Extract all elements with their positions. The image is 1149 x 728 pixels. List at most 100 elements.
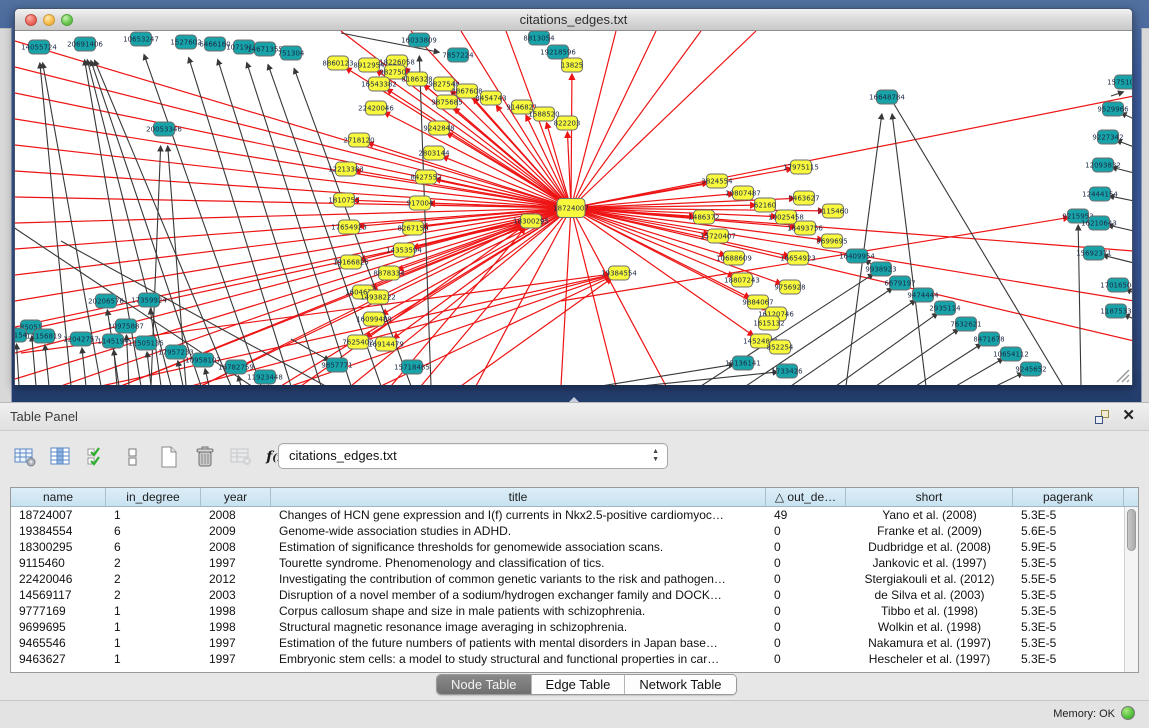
graph-edge[interactable] [147,352,151,385]
graph-edge[interactable] [876,329,959,385]
window-titlebar[interactable]: citations_edges.txt [15,9,1132,31]
column-header-title[interactable]: title [271,488,766,506]
graph-node[interactable]: 9857771 [321,358,352,372]
graph-edge[interactable] [178,361,183,385]
graph-edge[interactable] [996,373,1023,385]
graph-node[interactable]: 2935114 [929,301,961,315]
graph-node[interactable]: 7857224 [442,48,474,62]
graph-edge[interactable] [291,339,329,361]
graph-edge[interactable] [15,119,571,208]
table-row[interactable]: 1456911722003Disruption of a novel membe… [11,587,1124,603]
memory-status-indicator[interactable] [1121,706,1135,720]
graph-edge[interactable] [601,364,734,385]
graph-node[interactable]: 8860123 [322,56,353,70]
graph-edge[interactable] [956,359,1003,385]
graph-edge[interactable] [571,96,1132,208]
graph-edge[interactable] [916,344,981,385]
table-row[interactable]: 911546021997Tourette syndrome. Phenomeno… [11,555,1124,571]
graph-edge[interactable] [571,31,656,208]
tab-network-table[interactable]: Network Table [625,675,735,694]
table-select-dropdown[interactable]: citations_edges.txt ▲▼ [278,443,668,469]
graph-node[interactable]: 15720407 [700,229,736,243]
column-header-pagerank[interactable]: pagerank [1013,488,1124,506]
graph-edge[interactable] [1111,92,1123,96]
graph-node[interactable]: 17975115 [783,160,819,174]
graph-node[interactable]: 8813054 [523,31,555,45]
graph-node[interactable]: 16409954 [839,249,875,263]
graph-node[interactable]: 10653247 [123,32,159,46]
graph-node[interactable]: 2718120 [343,133,374,147]
graph-node[interactable]: 9227342 [1092,130,1123,144]
graph-edge[interactable] [571,74,572,208]
graph-node[interactable]: 9756928 [774,280,805,294]
selection-mode-icon[interactable] [82,443,112,471]
graph-node[interactable]: 9115460 [817,204,848,218]
graph-node[interactable]: 8471678 [973,332,1004,346]
graph-edge[interactable] [82,348,86,385]
graph-edge[interactable] [218,60,321,385]
graph-node[interactable]: 16654923 [780,251,816,265]
table-row[interactable]: 1938455462009Genome-wide association stu… [11,523,1124,539]
graph-node[interactable]: 751304 [278,46,305,60]
table-row[interactable]: 969969511998Structural magnetic resonanc… [11,619,1124,635]
graph-node[interactable]: 9699695 [816,234,847,248]
tab-edge-table[interactable]: Edge Table [532,675,626,694]
graph-node[interactable]: 7632621 [950,317,981,331]
column-header-out-degree-sorted[interactable]: △ out_de… [766,488,846,506]
graph-node[interactable]: 917004 [407,196,434,210]
graph-node[interactable]: 15718485 [394,360,430,374]
rows-icon[interactable] [118,443,148,471]
column-header-in-degree[interactable]: in_degree [106,488,201,506]
graph-node[interactable]: 9474444 [907,288,939,302]
column-header-year[interactable]: year [201,488,271,506]
delete-table-icon[interactable] [226,443,256,471]
graph-node[interactable]: 20053346 [146,122,182,136]
panel-resize-handle[interactable] [569,397,579,402]
graph-node[interactable]: 15136141 [725,356,761,370]
graph-node[interactable]: 17016504 [1100,278,1132,292]
graph-node[interactable]: 1810755 [328,193,359,207]
tab-node-table[interactable]: Node Table [437,675,532,694]
graph-edge[interactable] [21,223,522,331]
table-row[interactable]: 977716911998Corpus callosum shape and si… [11,603,1124,619]
graph-node[interactable]: 822203 [554,116,581,130]
graph-node[interactable]: 8427552 [410,170,441,184]
graph-node[interactable]: 13825 [561,58,583,72]
graph-node[interactable]: 10807487 [725,186,761,200]
graph-node[interactable]: 852254 [767,340,794,354]
window-resize-grip[interactable] [1114,367,1130,383]
graph-edge[interactable] [32,336,36,385]
graph-edge[interactable] [15,41,571,208]
column-header-name[interactable]: name [11,488,106,506]
table-row[interactable]: 1872400712008Changes of HCN gene express… [11,507,1124,523]
graph-edge[interactable] [15,208,571,379]
network-graph[interactable]: 1405572420691406106532471527602646616010… [15,31,1132,385]
graph-edge[interactable] [571,208,1132,251]
graph-node[interactable]: 16033809 [401,33,437,47]
delete-column-icon[interactable] [190,443,220,471]
graph-edge[interactable] [15,208,571,327]
table-scrollbar[interactable] [1124,507,1138,672]
graph-node[interactable]: 11923448 [247,370,283,384]
graph-node[interactable]: 20691406 [67,37,103,51]
graph-node[interactable]: 18724007 [553,199,589,218]
graph-node[interactable]: 9938923 [865,262,896,276]
network-canvas[interactable]: 1405572420691406106532471527602646616010… [15,31,1132,385]
show-columns-icon[interactable] [46,443,76,471]
graph-node[interactable]: 16648784 [869,90,905,104]
graph-node[interactable]: 12444154 [1082,187,1118,201]
table-scrollbar-thumb[interactable] [1127,509,1136,551]
close-panel-icon[interactable]: ✕ [1122,408,1135,424]
graph-node[interactable]: 62160 [754,198,776,212]
graph-node[interactable]: 1527602 [170,35,201,49]
table-row[interactable]: 2242004622012Investigating the contribut… [11,571,1124,587]
graph-node[interactable]: 19218596 [540,45,576,59]
column-header-short[interactable]: short [846,488,1013,506]
graph-edge[interactable] [571,208,1132,341]
graph-node[interactable]: 17654923 [331,220,367,234]
graph-node[interactable]: 10654112 [993,347,1029,361]
graph-edge[interactable] [892,114,926,385]
graph-edge[interactable] [45,345,49,385]
network-window[interactable]: citations_edges.txt 14055724206914061065… [14,8,1133,385]
table-row[interactable]: 1830029562008Estimation of significance … [11,539,1124,555]
